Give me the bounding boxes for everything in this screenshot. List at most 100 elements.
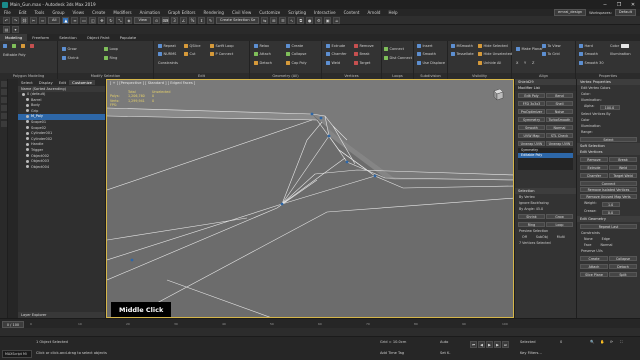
workspace-dropdown[interactable]: Default bbox=[614, 9, 636, 16]
tab-customize[interactable]: Customize bbox=[69, 80, 96, 85]
cap-poly-button[interactable]: Cap Poly bbox=[286, 61, 307, 65]
hide-unselected-button[interactable]: Hide Unselected bbox=[478, 52, 512, 56]
modifier-button[interactable]: Normal bbox=[546, 124, 573, 130]
shapes-filter-icon[interactable] bbox=[1, 105, 7, 111]
chamfer-button[interactable]: Chamfer bbox=[326, 52, 347, 56]
visibility-icon[interactable] bbox=[26, 137, 29, 141]
geometry-filter-icon[interactable] bbox=[1, 97, 7, 103]
tab-selection[interactable]: Selection bbox=[54, 34, 82, 41]
minimize-icon[interactable]: ─ bbox=[598, 0, 612, 9]
attach-button[interactable]: Attach bbox=[580, 263, 608, 269]
goto-start-icon[interactable]: ⏮ bbox=[470, 341, 477, 348]
menu-edit[interactable]: Edit bbox=[15, 10, 31, 15]
collapse-button[interactable]: Collapse bbox=[609, 255, 637, 261]
lights-filter-icon[interactable] bbox=[1, 113, 7, 119]
prev-frame-icon[interactable]: ◀ bbox=[478, 341, 485, 348]
redo-icon[interactable]: ↷ bbox=[12, 16, 19, 24]
undo-icon[interactable]: ↶ bbox=[3, 16, 10, 24]
menu-file[interactable]: File bbox=[0, 10, 15, 15]
alpha-spinner[interactable]: 100.0 bbox=[599, 104, 620, 110]
goto-end-icon[interactable]: ⏭ bbox=[502, 341, 509, 348]
modifier-button[interactable]: Edit Poly bbox=[518, 92, 545, 98]
auto-key-button[interactable]: Auto bbox=[440, 340, 448, 344]
viewport-label-menu[interactable]: [ + ] [Perspective ] [ Standard ] [ Edge… bbox=[110, 81, 195, 85]
smooth30-button[interactable]: Smooth 30 bbox=[579, 61, 604, 65]
break-button[interactable]: Break bbox=[609, 156, 637, 162]
add-time-tag[interactable]: Add Time Tag bbox=[380, 351, 404, 355]
select-button[interactable]: Select bbox=[580, 136, 637, 142]
menu-arnold[interactable]: Arnold bbox=[363, 10, 384, 15]
zoom-icon[interactable]: 🔍 bbox=[590, 340, 594, 344]
loop-button[interactable]: Loop bbox=[104, 47, 118, 51]
visibility-icon[interactable] bbox=[26, 126, 29, 130]
menu-rendering[interactable]: Rendering bbox=[200, 10, 228, 15]
visibility-icon[interactable] bbox=[26, 165, 29, 169]
modifier-button[interactable]: FFD 3x3x3 bbox=[518, 100, 545, 106]
curve-editor-icon[interactable]: ∿ bbox=[288, 16, 296, 24]
select-object-icon[interactable]: ▲ bbox=[62, 16, 70, 24]
to-grid-button[interactable]: To Grid bbox=[542, 52, 560, 56]
visibility-icon[interactable] bbox=[26, 154, 29, 158]
hide-selected-button[interactable]: Hide Selected bbox=[478, 44, 508, 48]
window-crossing-icon[interactable]: ◫ bbox=[89, 16, 97, 24]
visibility-icon[interactable] bbox=[26, 103, 29, 107]
selected-dropdown[interactable]: Selected bbox=[520, 340, 536, 344]
spinner-snap-icon[interactable]: ⇕ bbox=[198, 16, 205, 24]
weld-button[interactable]: Weld bbox=[609, 164, 637, 170]
repeat-button[interactable]: Repeat bbox=[158, 44, 176, 48]
menu-tools[interactable]: Tools bbox=[30, 10, 48, 15]
insert-button[interactable]: Insert bbox=[417, 44, 433, 48]
relax-button[interactable]: Relax bbox=[254, 44, 269, 48]
visibility-icon[interactable] bbox=[26, 109, 29, 113]
edit-named-sel-icon[interactable]: ✎ bbox=[207, 16, 214, 24]
ring-button[interactable]: Ring bbox=[104, 56, 117, 60]
modifier-button[interactable]: STL Check bbox=[546, 132, 573, 138]
chamfer-button[interactable]: Chamfer bbox=[580, 172, 608, 178]
ring-button[interactable]: Ring bbox=[518, 221, 545, 227]
select-by-name-icon[interactable]: ≡ bbox=[71, 16, 79, 24]
unlink-icon[interactable]: ✂ bbox=[30, 16, 37, 24]
modifier-button[interactable]: Unwrap UVW bbox=[546, 140, 573, 146]
p-connect-button[interactable]: P Connect bbox=[210, 52, 233, 56]
visibility-icon[interactable] bbox=[26, 98, 29, 102]
visibility-icon[interactable] bbox=[26, 120, 29, 124]
bind-space-warp-icon[interactable]: ≈ bbox=[39, 16, 46, 24]
track-bar[interactable] bbox=[0, 328, 640, 336]
tab-freeform[interactable]: Freeform bbox=[27, 34, 54, 41]
remove-button[interactable]: Remove bbox=[580, 156, 608, 162]
align-y-button[interactable]: Y bbox=[524, 61, 526, 65]
render-production-icon[interactable]: ☕ bbox=[333, 16, 341, 24]
create-button[interactable]: Create bbox=[286, 44, 303, 48]
connect-button[interactable]: Connect bbox=[580, 180, 637, 186]
angle-snap-icon[interactable]: ∠ bbox=[180, 16, 187, 24]
constraint-face-radio[interactable]: Face bbox=[580, 242, 595, 248]
target-weld-button[interactable]: Target Weld bbox=[609, 172, 637, 178]
play-icon[interactable]: ▶ bbox=[486, 341, 493, 348]
render-setup-icon[interactable]: ⚙ bbox=[315, 16, 323, 24]
time-slider[interactable]: 0 / 100 bbox=[2, 320, 24, 328]
keyboard-shortcut-icon[interactable]: ⌨ bbox=[162, 16, 169, 24]
use-displace-button[interactable]: Use Displace bbox=[417, 61, 445, 65]
extrude-button[interactable]: Extrude bbox=[326, 44, 345, 48]
menu-interactive[interactable]: Interactive bbox=[310, 10, 340, 15]
maxscript-listener[interactable]: MAXScript Mi bbox=[2, 350, 32, 358]
tab-modeling[interactable]: Modeling bbox=[0, 34, 28, 41]
next-frame-icon[interactable]: ▶ bbox=[494, 341, 501, 348]
slice-plane-button[interactable]: Slice Plane bbox=[580, 271, 608, 277]
visibility-icon[interactable] bbox=[26, 142, 29, 146]
tab-populate[interactable]: Populate bbox=[115, 34, 142, 41]
modifier-button[interactable]: ProOptimizer bbox=[518, 108, 545, 114]
modifier-button[interactable]: Unwrap UVW bbox=[518, 140, 545, 146]
visibility-icon[interactable] bbox=[22, 92, 25, 96]
viewcube-icon[interactable] bbox=[491, 87, 505, 101]
menu-modifiers[interactable]: Modifiers bbox=[109, 10, 135, 15]
modifier-button[interactable]: Noise bbox=[546, 108, 573, 114]
weight-spinner[interactable]: 1.0 bbox=[601, 201, 620, 207]
tab-select[interactable]: Select bbox=[18, 80, 36, 85]
constraint-normal-radio[interactable]: Normal bbox=[596, 242, 616, 248]
grow-button[interactable]: Grow bbox=[546, 213, 573, 219]
illumination-swatch[interactable]: Illumination bbox=[610, 52, 631, 56]
unhide-all-button[interactable]: Unhide All bbox=[478, 61, 501, 65]
set-key-button[interactable]: Set K. bbox=[440, 351, 451, 355]
rotate-icon[interactable]: ↻ bbox=[107, 16, 115, 24]
